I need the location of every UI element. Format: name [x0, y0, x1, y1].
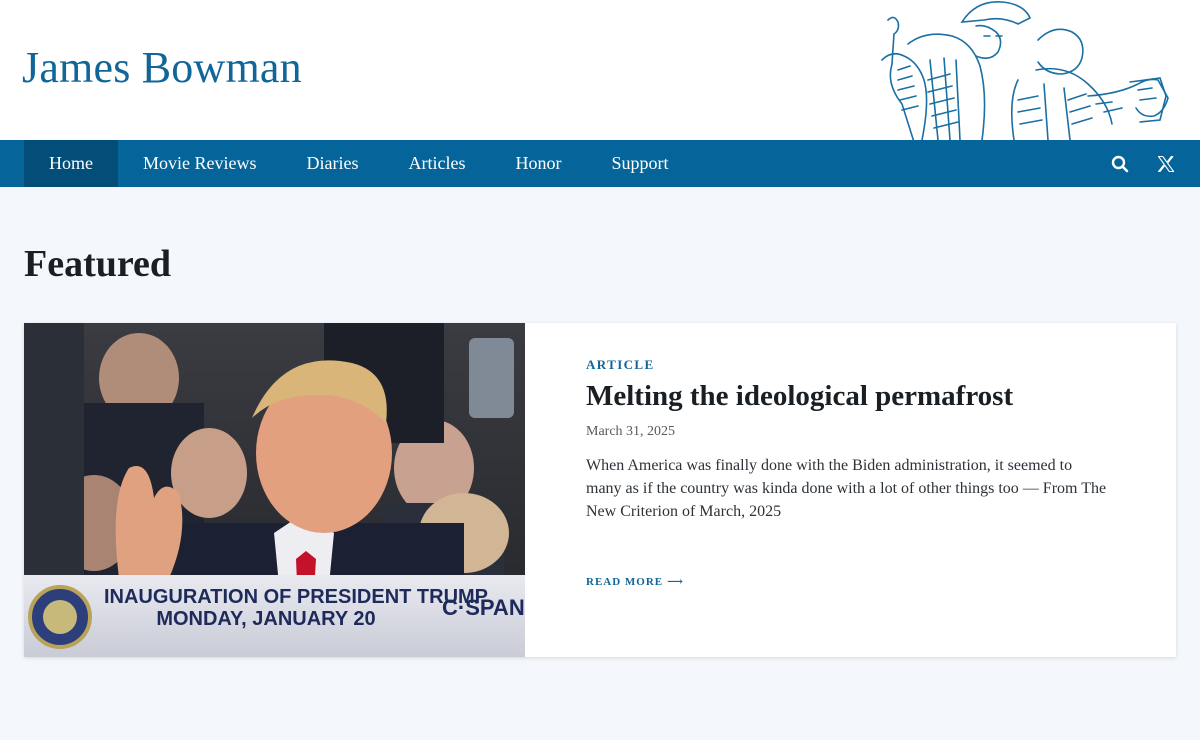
nav-item-honor[interactable]: Honor [490, 140, 586, 187]
nav-list: Home Movie Reviews Diaries Articles Hono… [24, 140, 693, 187]
header-illustration [881, 1, 1169, 140]
read-more-link[interactable]: READ MORE ⟶ [586, 575, 684, 588]
x-logo-icon[interactable] [1156, 154, 1176, 174]
banner-line1: INAUGURATION OF PRESIDENT TRUMP [104, 586, 488, 608]
site-header: James Bowman [0, 0, 1200, 140]
card-category[interactable]: ARTICLE [586, 357, 1116, 373]
nav-item-diaries[interactable]: Diaries [281, 140, 383, 187]
featured-heading: Featured [24, 243, 172, 285]
nav-icons [1110, 140, 1176, 187]
nav-item-home[interactable]: Home [24, 140, 118, 187]
nav-item-movie-reviews[interactable]: Movie Reviews [118, 140, 281, 187]
nav-item-articles[interactable]: Articles [383, 140, 490, 187]
card-title[interactable]: Melting the ideological permafrost [586, 379, 1116, 414]
search-icon[interactable] [1110, 154, 1130, 174]
card-body: ARTICLE Melting the ideological permafro… [525, 323, 1176, 657]
featured-card: INAUGURATION OF PRESIDENT TRUMP MONDAY, … [24, 323, 1176, 657]
main-nav: Home Movie Reviews Diaries Articles Hono… [0, 140, 1200, 187]
card-excerpt: When America was finally done with the B… [586, 456, 1107, 521]
featured-image[interactable]: INAUGURATION OF PRESIDENT TRUMP MONDAY, … [24, 323, 525, 657]
read-more-label: READ MORE [586, 576, 664, 588]
card-date: March 31, 2025 [586, 423, 676, 439]
network-logo: C·SPAN [442, 595, 525, 620]
nav-item-support[interactable]: Support [586, 140, 693, 187]
banner-line2: MONDAY, JANUARY 20 [156, 608, 375, 630]
inauguration-photo: INAUGURATION OF PRESIDENT TRUMP MONDAY, … [24, 323, 525, 657]
site-title[interactable]: James Bowman [22, 42, 302, 93]
arrow-right-icon: ⟶ [667, 576, 684, 588]
